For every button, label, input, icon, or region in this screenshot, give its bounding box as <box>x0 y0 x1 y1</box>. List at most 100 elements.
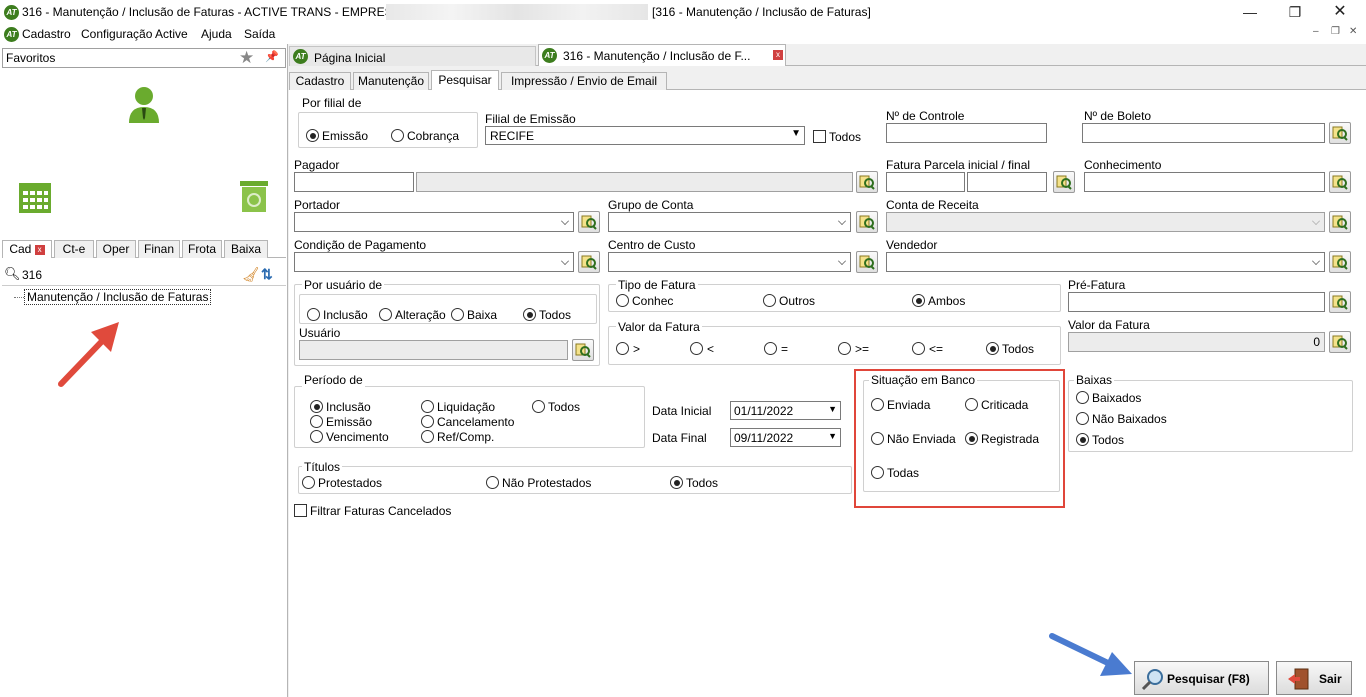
subtab-manutencao[interactable]: Manutenção <box>353 72 429 90</box>
recycle-bin-icon[interactable] <box>237 180 271 214</box>
subtab-cadastro[interactable]: Cadastro <box>289 72 351 90</box>
radio-tipo-conhec[interactable] <box>616 294 629 307</box>
star-icon[interactable]: ★ <box>239 48 254 68</box>
mdi-minimize-icon[interactable]: – <box>1313 26 1319 37</box>
radio-periodo-cancelamento[interactable] <box>421 415 434 428</box>
condicao-select[interactable] <box>294 252 574 272</box>
nro-controle-input[interactable] <box>886 123 1047 143</box>
radio-periodo-todos[interactable] <box>532 400 545 413</box>
restore-icon[interactable]: ❐ <box>1285 2 1305 22</box>
tab-close-icon[interactable]: x <box>34 244 45 255</box>
menu-ajuda[interactable]: Ajuda <box>201 27 232 41</box>
radio-baixas-todos[interactable] <box>1076 433 1089 446</box>
close-icon[interactable]: ✕ <box>1330 2 1350 22</box>
menu-search-input[interactable]: 316 <box>22 268 42 282</box>
data-inicial-input[interactable]: 01/11/2022 ▼ <box>730 401 841 420</box>
radio-situacao-criticada[interactable] <box>965 398 978 411</box>
subtab-impressao[interactable]: Impressão / Envio de Email <box>501 72 667 90</box>
search-conhecimento-button[interactable] <box>1329 171 1351 193</box>
tab-cte[interactable]: Ct-e <box>54 240 94 258</box>
search-fatura-button[interactable] <box>1053 171 1075 193</box>
radio-situacao-enviada[interactable] <box>871 398 884 411</box>
radio-tipo-outros[interactable] <box>763 294 776 307</box>
radio-tipo-ambos[interactable] <box>912 294 925 307</box>
tab-finan[interactable]: Finan <box>138 240 180 258</box>
radio-titulos-protestados[interactable] <box>302 476 315 489</box>
sort-icon[interactable]: ⇅ <box>261 266 273 283</box>
search-vendedor-button[interactable] <box>1329 251 1351 273</box>
radio-situacao-nao-enviada[interactable] <box>871 432 884 445</box>
grupo-conta-select[interactable] <box>608 212 851 232</box>
user-icon[interactable] <box>127 86 161 124</box>
pre-fatura-input[interactable] <box>1068 292 1325 312</box>
search-conta-button[interactable] <box>1329 211 1351 233</box>
radio-valor-maior[interactable] <box>616 342 629 355</box>
filial-emissao-select[interactable]: RECIFE ▼ <box>485 126 805 145</box>
search-grupo-button[interactable] <box>856 211 878 233</box>
doc-tab-faturas[interactable]: AT 316 - Manutenção / Inclusão de F... x <box>538 44 786 66</box>
radio-situacao-registrada[interactable] <box>965 432 978 445</box>
fatura-final-input[interactable] <box>967 172 1047 192</box>
clear-icon[interactable]: 🧹︎ <box>242 266 260 283</box>
radio-baixas-baixados[interactable] <box>1076 391 1089 404</box>
search-pagador-button[interactable] <box>856 171 878 193</box>
sair-button[interactable]: Sair <box>1276 661 1352 695</box>
search-centro-button[interactable] <box>856 251 878 273</box>
tab-oper[interactable]: Oper <box>96 240 136 258</box>
radio-baixas-nao-baixados[interactable] <box>1076 412 1089 425</box>
vendedor-select[interactable] <box>886 252 1325 272</box>
todos-filial-checkbox[interactable] <box>813 130 826 143</box>
minimize-icon[interactable]: — <box>1240 2 1260 22</box>
radio-periodo-emissao[interactable] <box>310 415 323 428</box>
radio-filial-emissao[interactable] <box>306 129 319 142</box>
radio-valor-todos[interactable] <box>986 342 999 355</box>
radio-periodo-inclusao[interactable] <box>310 400 323 413</box>
search-usuario-button[interactable] <box>572 339 594 361</box>
menu-configuracao[interactable]: Configuração Active <box>81 27 188 41</box>
radio-valor-menor-igual[interactable] <box>912 342 925 355</box>
radio-periodo-liquidacao[interactable] <box>421 400 434 413</box>
calendar-dropdown-icon[interactable]: ▼ <box>828 404 837 414</box>
filtrar-cancelados-checkbox[interactable] <box>294 504 307 517</box>
radio-usuario-alteracao[interactable] <box>379 308 392 321</box>
pagador-code-input[interactable] <box>294 172 414 192</box>
tab-cad[interactable]: Cad x <box>2 240 52 258</box>
subtab-pesquisar[interactable]: Pesquisar <box>431 70 499 90</box>
tree-item-faturas[interactable]: Manutenção / Inclusão de Faturas <box>24 289 212 305</box>
conhecimento-input[interactable] <box>1084 172 1325 192</box>
menu-saida[interactable]: Saída <box>244 27 275 41</box>
doc-tab-home[interactable]: AT Página Inicial <box>289 46 536 66</box>
radio-usuario-baixa[interactable] <box>451 308 464 321</box>
radio-filial-cobranca[interactable] <box>391 129 404 142</box>
search-boleto-button[interactable] <box>1329 122 1351 144</box>
search-portador-button[interactable] <box>578 211 600 233</box>
centro-custo-select[interactable] <box>608 252 851 272</box>
doc-tab-close-icon[interactable]: x <box>773 50 783 60</box>
nro-boleto-input[interactable] <box>1082 123 1325 143</box>
radio-usuario-todos[interactable] <box>523 308 536 321</box>
pesquisar-button[interactable]: Pesquisar (F8) <box>1134 661 1269 695</box>
calendar-dropdown-icon[interactable]: ▼ <box>828 431 837 441</box>
mdi-close-icon[interactable]: ✕ <box>1349 26 1357 37</box>
menu-cadastro[interactable]: Cadastro <box>22 27 71 41</box>
data-final-input[interactable]: 09/11/2022 ▼ <box>730 428 841 447</box>
pin-icon[interactable]: 📌 <box>265 50 279 63</box>
radio-usuario-inclusao[interactable] <box>307 308 320 321</box>
search-pre-fatura-button[interactable] <box>1329 291 1351 313</box>
radio-valor-maior-igual[interactable] <box>838 342 851 355</box>
search-condicao-button[interactable] <box>578 251 600 273</box>
mdi-restore-icon[interactable]: ❐ <box>1331 26 1340 37</box>
fatura-inicial-input[interactable] <box>886 172 965 192</box>
calendar-icon[interactable] <box>18 180 52 214</box>
radio-periodo-refcomp[interactable] <box>421 430 434 443</box>
search-valor-button[interactable] <box>1329 331 1351 353</box>
radio-situacao-todas[interactable] <box>871 466 884 479</box>
radio-titulos-todos[interactable] <box>670 476 683 489</box>
radio-valor-menor[interactable] <box>690 342 703 355</box>
radio-valor-igual[interactable] <box>764 342 777 355</box>
tab-frota[interactable]: Frota <box>182 240 222 258</box>
radio-periodo-vencimento[interactable] <box>310 430 323 443</box>
portador-select[interactable] <box>294 212 574 232</box>
tab-baixa[interactable]: Baixa <box>224 240 268 258</box>
radio-titulos-nao-protestados[interactable] <box>486 476 499 489</box>
